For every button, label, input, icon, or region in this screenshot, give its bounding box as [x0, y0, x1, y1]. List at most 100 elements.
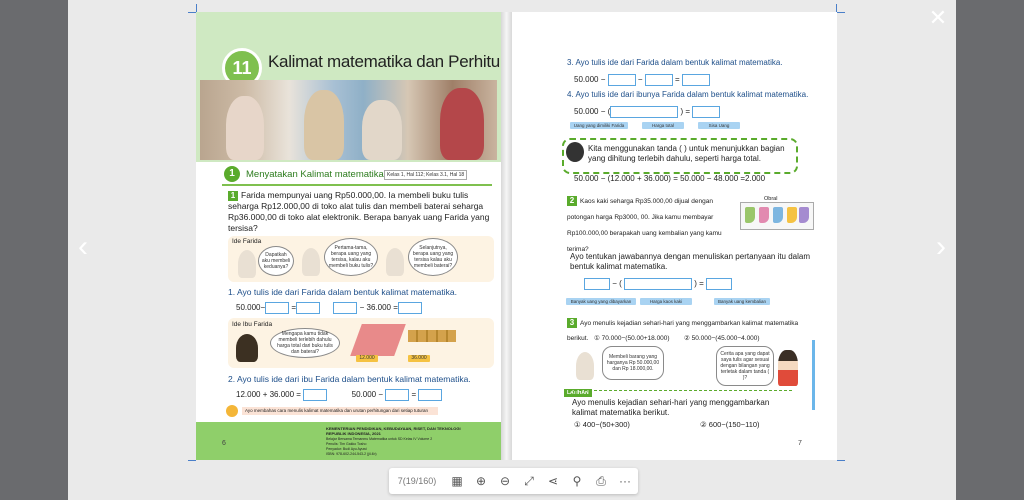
- zoom-in-icon[interactable]: ⊕: [469, 468, 493, 494]
- answer-box[interactable]: [610, 106, 679, 118]
- photo-person: [440, 88, 484, 160]
- footer-line: Belajar Bersama Temanmu Matematika untuk…: [326, 437, 433, 441]
- speech-bubble: Cerita apa yang dapat saya tulis agar se…: [716, 346, 774, 386]
- question-number: 3: [567, 318, 577, 328]
- answer-box[interactable]: [418, 389, 443, 401]
- close-icon[interactable]: ✕: [928, 7, 948, 29]
- eq-text: 50.000−: [236, 303, 266, 313]
- photo-person: [226, 96, 264, 160]
- eq-text: 50.000 − (: [574, 107, 611, 117]
- footer-org: KEMENTERIAN PENDIDIKAN, KEBUDAYAAN, RISE…: [326, 426, 461, 436]
- viewer-left-margin: [0, 0, 68, 500]
- question-3-text: Ayo menulis kejadian sehari-hari yang me…: [580, 320, 799, 327]
- section-reference: Kelas 1, Hal 112; Kelas 3.1, Hal 18: [384, 170, 468, 180]
- eq-text: =: [411, 390, 417, 400]
- question-2-text: Kaos kaki seharga Rp35.000,00 dijual den…: [567, 198, 722, 253]
- boy-illustration: [778, 350, 798, 386]
- label-tag: Banyak uang kembalian: [714, 298, 770, 305]
- question-3-option-2: ② 50.000−(45.000−4.000): [684, 335, 760, 342]
- fullscreen-icon[interactable]: ⤢: [517, 468, 541, 494]
- example-calculation: 50.000 − (12.000 + 36.000) = 50.000 − 48…: [574, 174, 766, 183]
- eq-text: 50.000 −: [351, 390, 384, 400]
- chevron-right-icon[interactable]: ›: [930, 232, 952, 262]
- eq-text: − (: [612, 279, 622, 289]
- answer-box[interactable]: [644, 74, 673, 86]
- farida-illustration: [238, 250, 256, 278]
- page-counter[interactable]: 7(19/160): [389, 476, 445, 486]
- idea-ibu-label: Ide Ibu Farida: [232, 321, 273, 328]
- grid-icon[interactable]: ▦: [445, 468, 469, 494]
- equation-1: 50.000− = − 36.000 =: [236, 302, 422, 314]
- equation-4: 50.000 − ( ) =: [574, 106, 721, 118]
- answer-box[interactable]: [584, 278, 610, 290]
- share-icon[interactable]: ⋖: [541, 468, 565, 494]
- speech-bubble: Membeli barang yang harganya Rp 50.000,0…: [602, 346, 664, 380]
- photo-person: [304, 90, 344, 160]
- answer-box[interactable]: [681, 74, 710, 86]
- question-1: 1 Farida mempunyai uang Rp50.000,00. Ia m…: [228, 190, 496, 234]
- answer-box[interactable]: [706, 278, 733, 290]
- chevron-left-icon[interactable]: ‹: [72, 232, 94, 262]
- latihan-text: Ayo menulis kejadian sehari-hari yang me…: [572, 398, 770, 417]
- viewer-toolbar: 7(19/160) ▦ ⊕ ⊖ ⤢ ⋖ ⚲ ⎙ ···: [389, 468, 638, 494]
- step-3: 3. Ayo tulis ide dari Farida dalam bentu…: [567, 58, 783, 67]
- answer-box[interactable]: [303, 389, 328, 401]
- answer-box[interactable]: [265, 302, 290, 314]
- crop-mark: [837, 12, 845, 21]
- label-tag: Harga kaos kaki: [640, 298, 692, 305]
- latihan-option-1: ① 400−(50+300): [574, 420, 630, 429]
- footer-line: Penyadur: Budi Ayu Ayuwi: [326, 447, 367, 451]
- label-tag: Harga total: [642, 122, 684, 129]
- chapter-title: Kalimat matematika dan Perhitungan: [268, 52, 501, 71]
- answer-box[interactable]: [385, 389, 410, 401]
- battery-illustration: [408, 330, 456, 342]
- search-icon[interactable]: ⚲: [565, 468, 589, 494]
- zoom-out-icon[interactable]: ⊖: [493, 468, 517, 494]
- crop-mark: [196, 4, 205, 12]
- answer-box[interactable]: [624, 278, 693, 290]
- crop-mark: [188, 452, 196, 461]
- answer-box[interactable]: [296, 302, 321, 314]
- answer-box[interactable]: [333, 302, 358, 314]
- latihan-option-2: ② 600−(150−110): [700, 420, 760, 429]
- step-4: 4. Ayo tulis ide dari ibunya Farida dala…: [567, 90, 809, 99]
- discussion-note: Ayo membahas cara menulis kalimat matema…: [242, 407, 438, 415]
- equation-2: 12.000 + 36.000 = 50.000 − =: [236, 389, 443, 401]
- label-tag: Uang yang dimiliki Farida: [570, 122, 628, 129]
- photo-person: [362, 100, 402, 160]
- question-number: 2: [567, 196, 577, 206]
- speech-bubble: Pertama-tama, berapa uang yang tersisa, …: [324, 238, 378, 276]
- page-number: 7: [798, 440, 802, 447]
- question-1-text: Farida mempunyai uang Rp50.000,00. Ia me…: [228, 190, 490, 233]
- answer-box[interactable]: [692, 106, 721, 118]
- idea-farida-label: Ide Farida: [232, 238, 262, 245]
- speech-bubble: Mengapa kamu tidak membeli terlebih dahu…: [270, 328, 340, 358]
- info-text: Kita menggunakan tanda ( ) untuk menunju…: [588, 144, 785, 163]
- page-number: 6: [222, 440, 226, 447]
- document-viewer: ‹ › ✕ 1 1 Kalimat matematika dan Perhitun…: [0, 0, 1024, 500]
- speech-bubble: Dapatkah aku membeli keduanya?: [258, 246, 294, 276]
- print-icon[interactable]: ⎙: [589, 468, 613, 494]
- question-3-option-1: ① 70.000−(50.00+18.000): [594, 335, 670, 342]
- more-icon[interactable]: ···: [613, 468, 637, 494]
- farida-illustration: [576, 352, 594, 380]
- latihan-divider: [564, 390, 792, 392]
- step-2: 2. Ayo tulis ide dari ibu Farida dalam b…: [228, 374, 471, 384]
- question-3-berikut: berikut.: [567, 335, 589, 342]
- equation-3: 50.000 − − =: [574, 74, 710, 86]
- speech-bubble: Selanjutnya, berapa uang yang tersisa ka…: [408, 238, 458, 276]
- price-tag: 36.000: [408, 355, 430, 362]
- answer-box[interactable]: [607, 74, 636, 86]
- sock-rack-illustration: [740, 202, 814, 230]
- question-2: 2 Kaos kaki seharga Rp35.000,00 dijual de…: [567, 194, 737, 258]
- label-tag: Banyak uang yang dibayarkan: [566, 298, 636, 305]
- eq-text: ) =: [680, 107, 691, 117]
- answer-box[interactable]: [397, 302, 422, 314]
- eq-text: −: [637, 75, 643, 85]
- farida-illustration: [302, 248, 320, 276]
- eq-text: − 36.000 =: [359, 303, 398, 313]
- question-3: 3 Ayo menulis kejadian sehari-hari yang m…: [567, 318, 822, 329]
- eq-text: =: [674, 75, 680, 85]
- section-number: 1: [224, 166, 240, 182]
- eq-text: 50.000 −: [574, 75, 606, 85]
